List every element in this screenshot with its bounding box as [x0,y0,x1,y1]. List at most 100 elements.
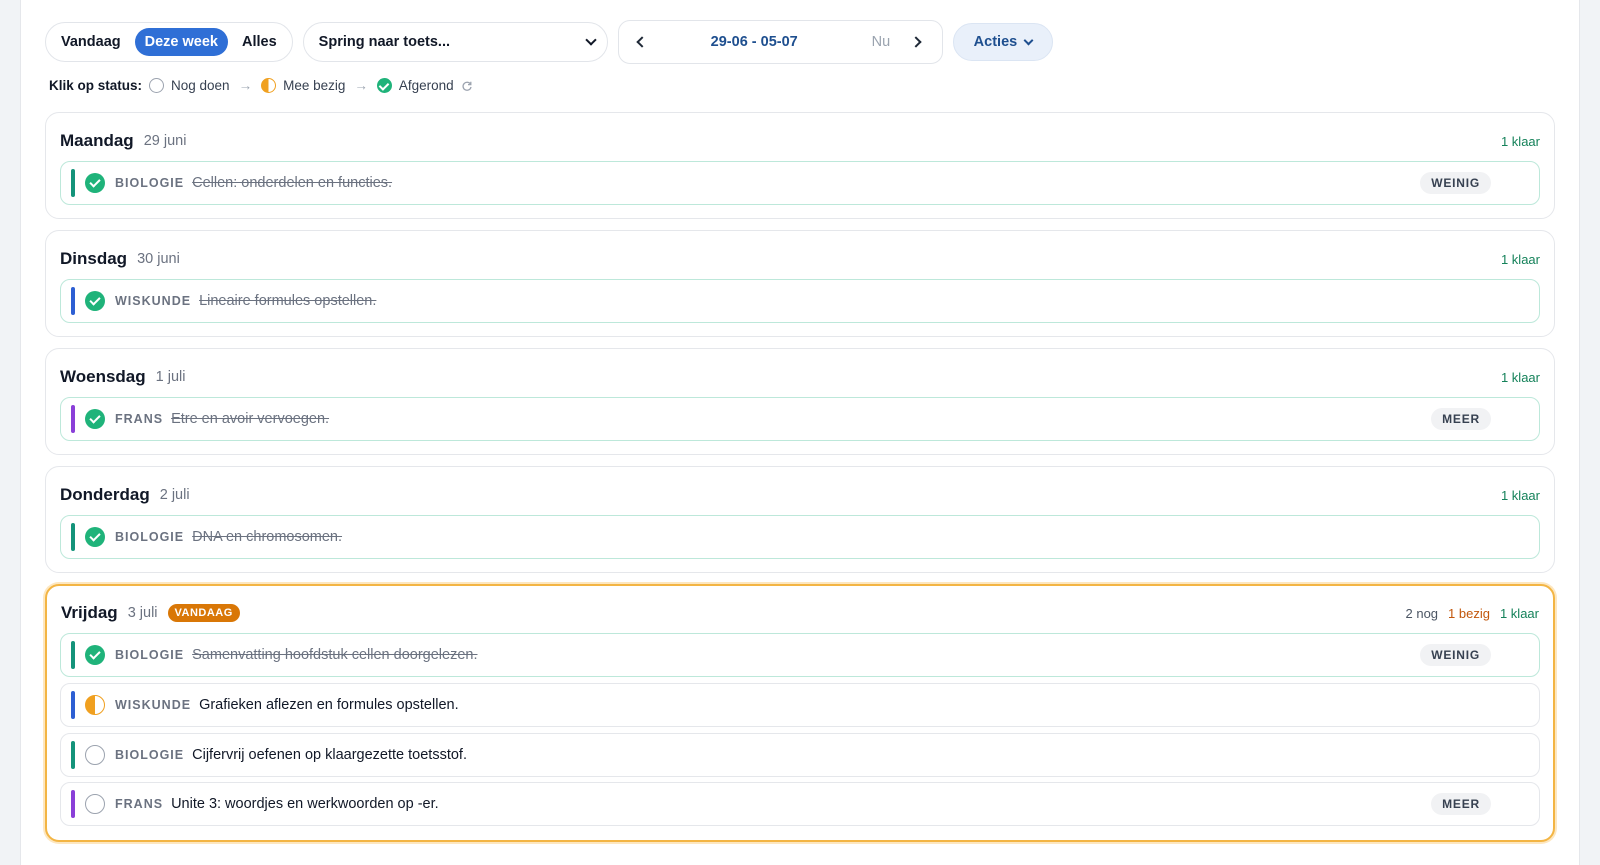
task-title: DNA en chromosomen. [192,529,343,545]
task-row: WISKUNDE Lineaire formules opstellen. [60,279,1540,323]
task-subject: BIOLOGIE [115,748,185,762]
subject-color-bar [71,287,75,315]
legend-todo-label: Nog doen [171,78,230,93]
count-todo: 2 nog [1405,605,1439,621]
jump-to-test-select[interactable]: Spring naar toets... [302,22,608,62]
subject-color-bar [71,169,75,197]
status-todo-icon [149,78,165,93]
subject-color-bar [71,691,75,719]
refresh-icon [462,81,472,91]
task-title: Unite 3: woordjes en werkwoorden op -er. [171,796,439,812]
previous-week-button[interactable] [631,32,651,52]
count-done: 1 klaar [1500,251,1540,267]
day-card-tuesday: Dinsdag 30 juni 1 klaar WISKUNDE Lineair… [45,230,1555,337]
day-name: Donderdag [60,485,150,504]
now-button[interactable]: Nu [872,34,891,50]
workload-tag: MEER [1431,793,1491,815]
day-header: Maandag 29 juni 1 klaar [60,131,1540,151]
subject-color-bar [71,405,75,433]
day-name: Dinsdag [60,249,128,268]
chevron-down-icon [1023,35,1034,45]
filter-all-button[interactable]: Alles [232,28,287,56]
status-legend: Klik op status: Nog doen → Mee bezig → A… [49,78,473,93]
toolbar: Vandaag Deze week Alles Spring naar toet… [45,20,1054,64]
subject-color-bar [71,641,75,669]
period-filter: Vandaag Deze week Alles [45,22,293,62]
task-row: BIOLOGIE Samenvatting hoofdstuk cellen d… [60,633,1540,677]
legend-done-label: Afgerond [398,78,454,93]
count-done: 1 klaar [1499,605,1539,621]
next-week-button[interactable] [908,32,928,52]
filter-today-button[interactable]: Vandaag [51,28,131,56]
status-busy-button[interactable] [85,695,105,715]
day-name: Maandag [60,131,134,150]
status-done-button[interactable] [85,291,105,311]
chevron-right-icon [910,36,922,48]
day-date: 2 juli [159,487,190,503]
status-todo-button[interactable] [85,794,105,814]
legend-prefix: Klik op status: [49,78,143,93]
workload-tag: WEINIG [1420,172,1491,194]
subject-color-bar [71,523,75,551]
task-row: BIOLOGIE Cellen: onderdelen en functies.… [60,161,1540,205]
arrow-right-icon: → [238,78,253,93]
jump-to-test-label: Spring naar toets... [318,34,451,50]
day-header: Dinsdag 30 juni 1 klaar [60,249,1540,269]
task-title: Grafieken aflezen en formules opstellen. [199,697,459,713]
day-header: Vrijdag 3 juli VANDAAG 2 nog 1 bezig 1 k… [61,603,1539,623]
day-header: Woensdag 1 juli 1 klaar [60,367,1540,387]
day-counts: 1 klaar [1501,370,1540,385]
task-title: Lineaire formules opstellen. [199,293,377,309]
arrow-right-icon: → [354,78,368,93]
day-name: Vrijdag [61,603,118,622]
actions-menu-button[interactable]: Acties [952,23,1054,61]
task-row: BIOLOGIE DNA en chromosomen. [60,515,1540,559]
task-subject: BIOLOGIE [115,176,185,190]
day-card-wednesday: Woensdag 1 juli 1 klaar FRANS Etre en av… [45,348,1555,455]
subject-color-bar [71,790,75,818]
status-done-button[interactable] [85,173,105,193]
task-title: Samenvatting hoofdstuk cellen doorgeleze… [192,647,478,663]
count-busy: 1 bezig [1448,605,1490,621]
day-card-thursday: Donderdag 2 juli 1 klaar BIOLOGIE DNA en… [45,466,1555,573]
status-done-button[interactable] [85,527,105,547]
task-subject: WISKUNDE [115,294,192,308]
task-subject: FRANS [115,797,164,811]
status-todo-button[interactable] [85,745,105,765]
workload-tag: MEER [1431,408,1491,430]
day-card-monday: Maandag 29 juni 1 klaar BIOLOGIE Cellen:… [45,112,1555,219]
task-subject: BIOLOGIE [115,648,185,662]
day-header: Donderdag 2 juli 1 klaar [60,485,1540,505]
task-subject: BIOLOGIE [115,530,185,544]
task-subject: FRANS [115,412,164,426]
task-row: BIOLOGIE Cijfervrij oefenen op klaargeze… [60,733,1540,777]
task-row: FRANS Unite 3: woordjes en werkwoorden o… [60,782,1540,826]
task-title: Cijfervrij oefenen op klaargezette toets… [192,747,467,763]
count-done: 1 klaar [1500,369,1540,385]
count-done: 1 klaar [1500,487,1540,503]
task-title: Etre en avoir vervoegen. [171,411,330,427]
filter-this-week-button[interactable]: Deze week [134,28,228,56]
day-card-friday: Vrijdag 3 juli VANDAAG 2 nog 1 bezig 1 k… [45,584,1555,842]
day-counts: 1 klaar [1501,134,1540,149]
day-date: 3 juli [127,605,158,621]
chevron-left-icon [636,36,648,48]
day-counts: 1 klaar [1501,488,1540,503]
day-date: 30 juni [137,251,180,267]
status-busy-icon [261,78,277,93]
today-badge: VANDAAG [167,604,240,622]
subject-color-bar [71,741,75,769]
task-subject: WISKUNDE [115,698,192,712]
day-counts: 2 nog 1 bezig 1 klaar [1406,606,1540,621]
status-done-button[interactable] [85,409,105,429]
week-navigator: 29-06 - 05-07 Nu [617,20,943,64]
day-name: Woensdag [60,367,146,386]
task-row: FRANS Etre en avoir vervoegen. MEER [60,397,1540,441]
day-date: 1 juli [155,369,186,385]
chevron-down-icon [585,34,597,46]
day-date: 29 juni [143,133,187,149]
day-counts: 1 klaar [1501,252,1540,267]
task-row: WISKUNDE Grafieken aflezen en formules o… [60,683,1540,727]
count-done: 1 klaar [1500,133,1540,149]
status-done-button[interactable] [85,645,105,665]
